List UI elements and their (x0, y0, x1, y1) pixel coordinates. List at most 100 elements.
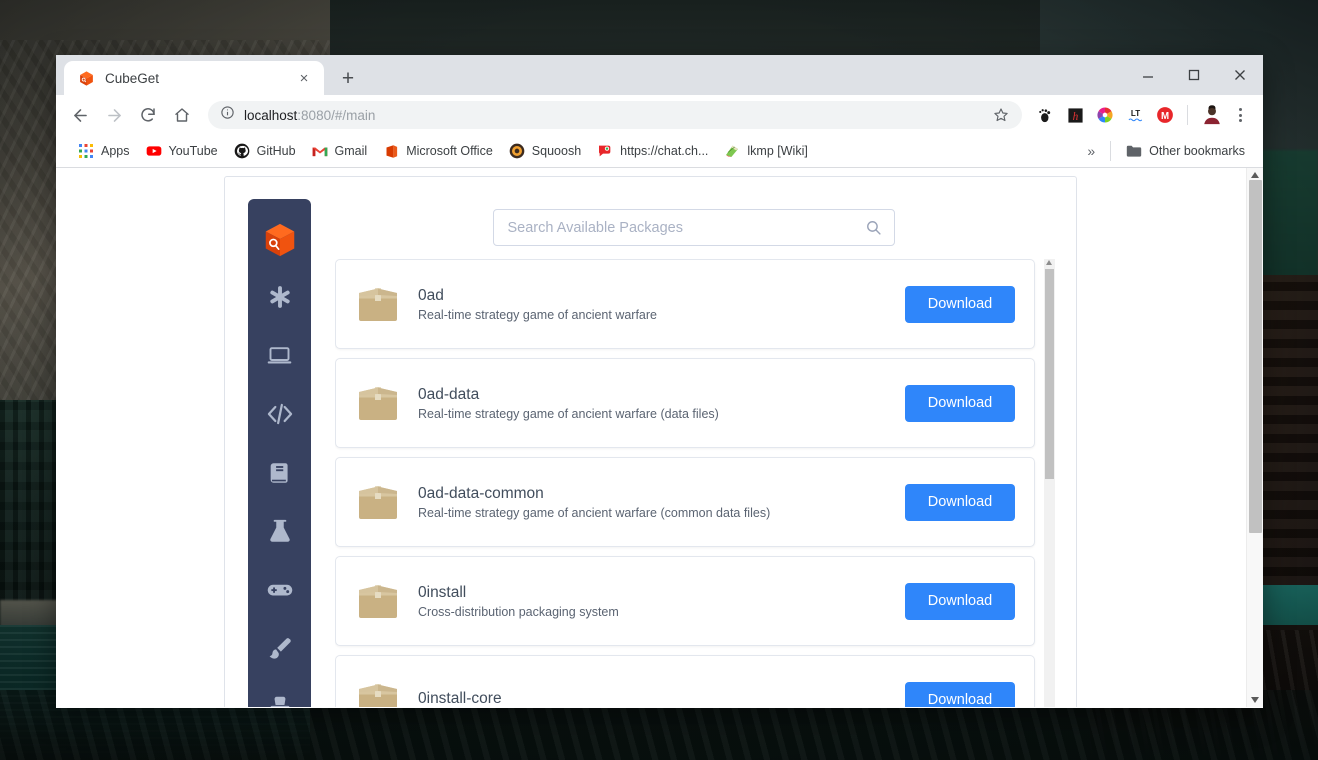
package-name: 0install (418, 583, 905, 602)
package-info: 0ad Real-time strategy game of ancient w… (418, 286, 905, 321)
gmail-icon (312, 143, 328, 159)
forward-arrow-icon[interactable] (98, 99, 130, 131)
info-circle-icon[interactable] (220, 105, 235, 125)
window-controls (1125, 55, 1263, 95)
package-box-icon (354, 282, 402, 326)
svg-text:h: h (1072, 110, 1078, 122)
app-sidebar (248, 199, 311, 707)
bookmarks-divider (1110, 141, 1111, 161)
three-dot-menu-icon[interactable] (1227, 102, 1253, 128)
chat-icon (597, 143, 613, 159)
toolbar-divider (1187, 105, 1188, 125)
minimize-button[interactable] (1125, 55, 1171, 95)
sidebar-item-logo[interactable] (248, 211, 311, 270)
scroll-up-arrow-icon[interactable] (1046, 260, 1052, 265)
package-description: Real-time strategy game of ancient warfa… (418, 308, 905, 322)
cube-search-icon (78, 70, 95, 87)
bookmark-label: GitHub (257, 144, 296, 158)
url-text: localhost:8080/#/main (244, 108, 979, 123)
mega-icon[interactable]: M (1152, 102, 1178, 128)
sidebar-item-science[interactable] (248, 504, 311, 563)
package-info: 0ad-data Real-time strategy game of anci… (418, 385, 905, 420)
page-scrollbar-thumb[interactable] (1249, 180, 1262, 533)
search-box[interactable] (493, 209, 895, 246)
folder-icon (1126, 143, 1142, 159)
youtube-icon (146, 143, 162, 159)
color-wheel-icon[interactable] (1092, 102, 1118, 128)
url-host: localhost (244, 108, 297, 123)
squoosh-icon (509, 143, 525, 159)
bookmark-apps[interactable]: Apps (70, 139, 138, 163)
package-list-scrollbar[interactable] (1044, 259, 1055, 707)
book-icon (267, 460, 293, 491)
package-description: Real-time strategy game of ancient warfa… (418, 506, 905, 520)
package-row[interactable]: 0install Cross-distribution packaging sy… (335, 556, 1035, 646)
bookmark-chat[interactable]: https://chat.ch... (589, 139, 716, 163)
package-row[interactable]: 0ad-data-common Real-time strategy game … (335, 457, 1035, 547)
search-icon[interactable] (865, 219, 882, 236)
new-tab-button[interactable]: + (334, 64, 362, 92)
package-box-icon (354, 579, 402, 623)
package-box-icon (354, 480, 402, 524)
wiki-icon (724, 143, 740, 159)
package-description: Real-time strategy game of ancient warfa… (418, 407, 905, 421)
sidebar-item-books[interactable] (248, 446, 311, 505)
reload-icon[interactable] (132, 99, 164, 131)
package-row[interactable]: 0ad-data Real-time strategy game of anci… (335, 358, 1035, 448)
package-row[interactable]: 0install-core Download (335, 655, 1035, 707)
sidebar-item-all-packages[interactable] (248, 270, 311, 329)
home-icon[interactable] (166, 99, 198, 131)
svg-text:LT: LT (1130, 109, 1139, 118)
bookmark-label: lkmp [Wiki] (747, 144, 807, 158)
address-bar[interactable]: localhost:8080/#/main (208, 101, 1022, 129)
tab-title: CubeGet (105, 71, 284, 86)
package-box-icon (354, 678, 402, 707)
page-scroll-down-arrow-icon[interactable] (1251, 697, 1259, 703)
search-input[interactable] (508, 220, 865, 236)
package-box-icon (354, 381, 402, 425)
avatar-icon[interactable] (1199, 102, 1225, 128)
svg-text:M: M (1161, 111, 1169, 122)
back-arrow-icon[interactable] (64, 99, 96, 131)
bookmark-github[interactable]: GitHub (226, 139, 304, 163)
maximize-button[interactable] (1171, 55, 1217, 95)
other-bookmarks-button[interactable]: Other bookmarks (1118, 139, 1253, 163)
package-info: 0ad-data-common Real-time strategy game … (418, 484, 905, 519)
package-row[interactable]: 0ad Real-time strategy game of ancient w… (335, 259, 1035, 349)
sidebar-item-games[interactable] (248, 563, 311, 622)
download-button[interactable]: Download (905, 583, 1015, 620)
search-area (311, 199, 1076, 246)
sidebar-item-graphics[interactable] (248, 622, 311, 681)
bookmark-label: Squoosh (532, 144, 581, 158)
sidebar-item-utilities[interactable] (248, 680, 311, 707)
app-content: 0ad Real-time strategy game of ancient w… (311, 199, 1076, 707)
download-button[interactable]: Download (905, 682, 1015, 708)
languagetool-icon[interactable]: LT (1122, 102, 1148, 128)
bookmark-youtube[interactable]: YouTube (138, 139, 226, 163)
bookmark-microsoft-office[interactable]: Microsoft Office (375, 139, 501, 163)
gnome-foot-icon[interactable] (1032, 102, 1058, 128)
package-info: 0install-core (418, 689, 905, 707)
bookmark-lkmp-wiki[interactable]: lkmp [Wiki] (716, 139, 815, 163)
tab-strip: CubeGet × + (56, 55, 1263, 95)
bookmark-label: Microsoft Office (406, 144, 493, 158)
download-button[interactable]: Download (905, 385, 1015, 422)
download-button[interactable]: Download (905, 286, 1015, 323)
page-scrollbar[interactable] (1246, 168, 1263, 707)
bookmark-gmail[interactable]: Gmail (304, 139, 376, 163)
apps-grid-icon (78, 143, 94, 159)
sidebar-item-desktop[interactable] (248, 328, 311, 387)
bookmark-star-icon[interactable] (988, 102, 1014, 128)
sidebar-item-development[interactable] (248, 387, 311, 446)
office-icon (383, 143, 399, 159)
bookmark-squoosh[interactable]: Squoosh (501, 139, 589, 163)
window-close-button[interactable] (1217, 55, 1263, 95)
h-script-icon[interactable]: h (1062, 102, 1088, 128)
tab-cubeget[interactable]: CubeGet × (64, 61, 324, 95)
bookmarks-overflow-button[interactable]: » (1079, 139, 1103, 163)
close-icon[interactable]: × (294, 68, 314, 88)
page-scroll-up-arrow-icon[interactable] (1251, 172, 1259, 178)
package-list-scrollbar-thumb[interactable] (1045, 269, 1054, 479)
bookmark-label: YouTube (169, 144, 218, 158)
download-button[interactable]: Download (905, 484, 1015, 521)
